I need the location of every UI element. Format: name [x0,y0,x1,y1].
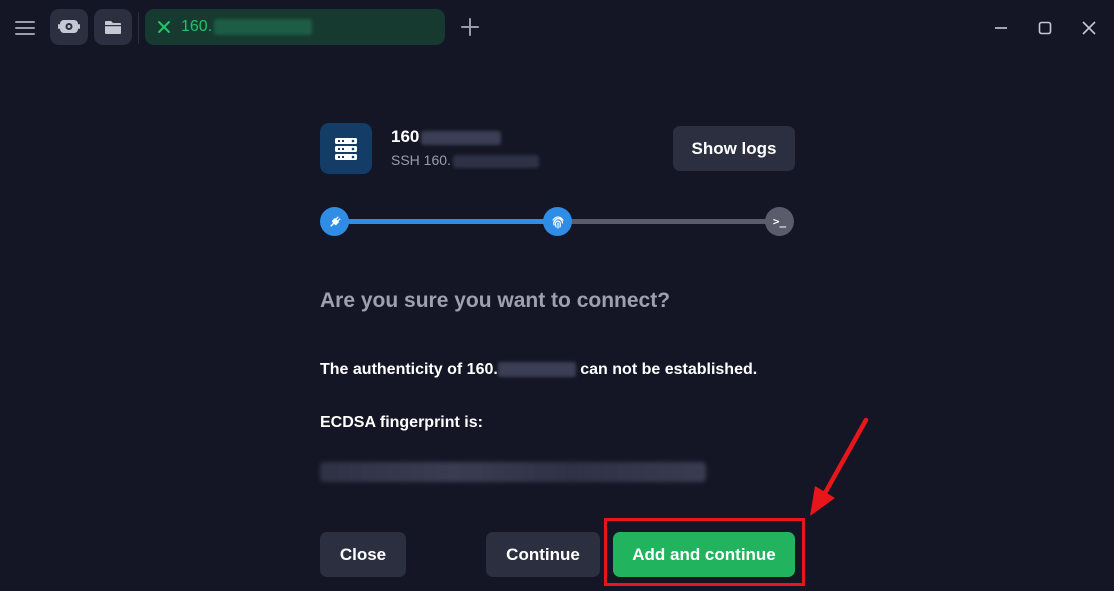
menu-button[interactable] [10,13,40,43]
close-icon [1082,21,1096,35]
host-name: 160 [391,127,502,147]
close-button[interactable]: Close [320,532,406,577]
minimize-icon [995,27,1007,29]
fingerprint-icon [551,215,564,229]
fingerprint-value-redacted [320,462,706,482]
redacted-text [497,362,576,378]
vault-button[interactable] [50,9,88,45]
plus-icon [461,18,479,36]
continue-button[interactable]: Continue [486,532,600,577]
new-tab-button[interactable] [458,15,482,39]
progress-track-pending [558,219,780,224]
host-subtitle: SSH 160. [391,152,539,168]
title-bar: 160. [0,0,1114,56]
tab-connection[interactable]: 160. [145,9,445,45]
toolbar-divider [138,12,139,44]
vault-icon [58,20,80,33]
terminal-icon: >_ [772,215,787,228]
authenticity-message: The authenticity of 160. can not be esta… [320,361,757,379]
redacted-text [214,19,313,35]
host-subtitle-text: SSH 160. [391,152,451,168]
close-tab-icon[interactable] [157,20,171,34]
server-icon [335,137,357,160]
annotation-arrow-icon [810,417,869,516]
maximize-icon [1038,21,1052,35]
fingerprint-label: ECDSA fingerprint is: [320,414,483,431]
plug-icon [329,215,341,227]
progress-track-complete [336,219,558,224]
redacted-text [421,130,502,145]
folder-icon [105,20,121,34]
step-connect [320,207,349,236]
host-avatar [320,123,372,174]
minimize-button[interactable] [990,17,1012,39]
hamburger-menu-icon [15,21,35,35]
close-window-button[interactable] [1078,17,1100,39]
step-verify [543,207,572,236]
authenticity-prefix: The authenticity of 160. [320,361,498,378]
tab-label: 160. [181,18,213,35]
maximize-button[interactable] [1034,17,1056,39]
annotation-highlight-box [604,518,805,586]
redacted-text [452,154,539,168]
sftp-button[interactable] [94,9,132,45]
step-terminal: >_ [765,207,794,236]
authenticity-suffix: can not be established. [575,361,758,378]
show-logs-button[interactable]: Show logs [673,126,795,171]
host-name-text: 160 [391,127,420,146]
dialog-heading: Are you sure you want to connect? [320,289,671,312]
